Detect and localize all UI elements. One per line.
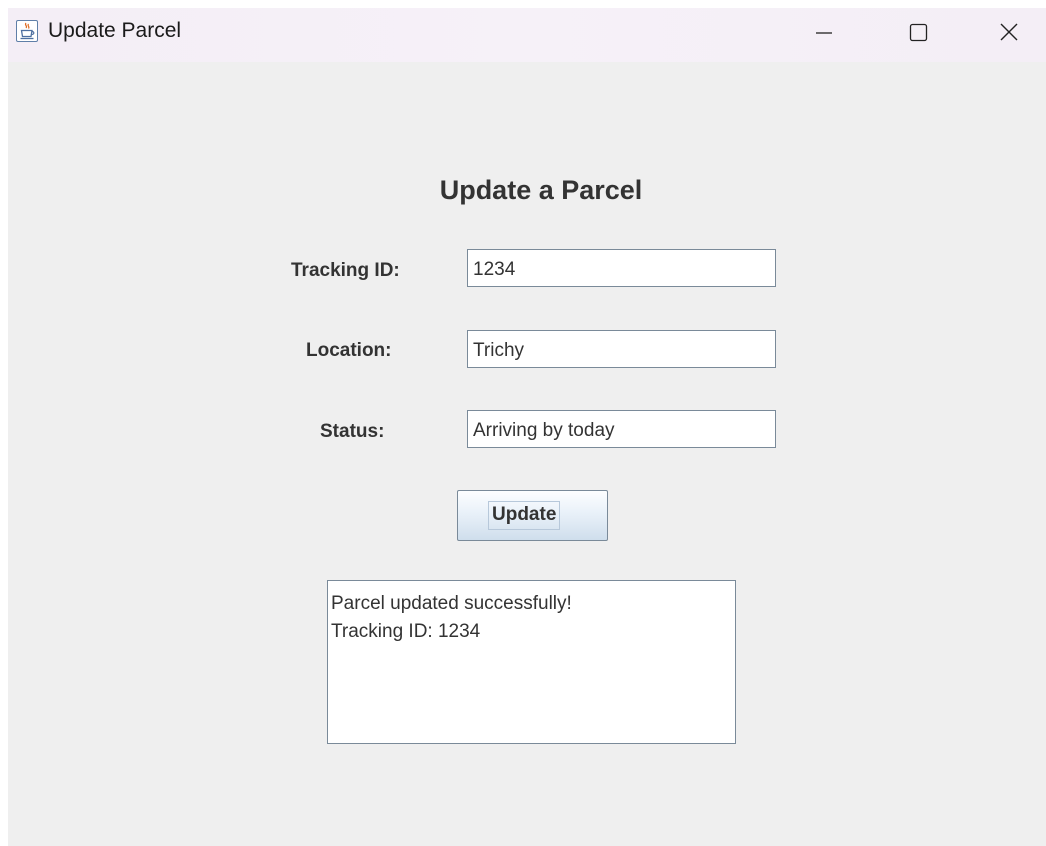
maximize-icon — [909, 23, 928, 42]
content-panel: Update a Parcel Tracking ID: Location: S… — [8, 62, 1046, 846]
minimize-icon — [816, 32, 832, 34]
window-title: Update Parcel — [48, 19, 182, 42]
update-button-label: Update — [488, 501, 561, 530]
location-label: Location: — [306, 340, 392, 361]
result-line: Tracking ID: 1234 — [331, 621, 481, 642]
status-label: Status: — [320, 421, 385, 442]
app-window: Update Parcel Update a Parcel Tracking I… — [8, 8, 1046, 846]
close-button[interactable] — [977, 8, 1041, 56]
location-field[interactable] — [467, 330, 776, 368]
result-text-area[interactable]: Parcel updated successfully! Tracking ID… — [327, 580, 736, 744]
close-icon — [1000, 23, 1018, 41]
maximize-button[interactable] — [888, 8, 952, 56]
java-cup-icon — [16, 20, 38, 42]
tracking-id-field[interactable] — [467, 249, 776, 287]
status-field[interactable] — [467, 410, 776, 448]
tracking-id-label: Tracking ID: — [291, 260, 400, 281]
update-button[interactable]: Update — [457, 490, 608, 541]
minimize-button[interactable] — [792, 8, 856, 56]
result-line: Parcel updated successfully! — [331, 593, 572, 614]
form-heading: Update a Parcel — [439, 175, 643, 205]
title-bar[interactable]: Update Parcel — [8, 8, 1046, 62]
